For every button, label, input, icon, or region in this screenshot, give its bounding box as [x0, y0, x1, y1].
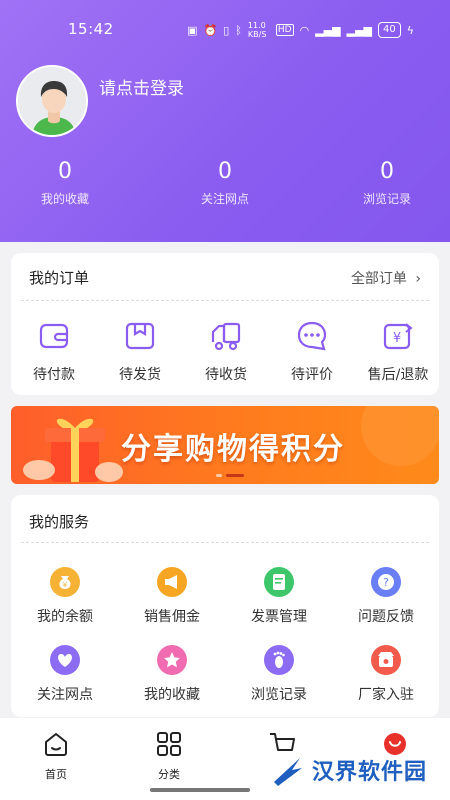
- vibrate-icon: ▯: [223, 23, 230, 37]
- service-label: 浏览记录: [251, 687, 307, 703]
- stat-value: 0: [380, 159, 394, 184]
- charging-icon: ϟ: [406, 23, 414, 37]
- service-label: 销售佣金: [144, 609, 200, 625]
- megaphone-icon: [157, 567, 187, 597]
- refund-icon: ¥: [383, 323, 413, 350]
- wallet-icon: [39, 323, 69, 349]
- bluetooth-icon: ᛒ: [235, 23, 242, 37]
- watermark-logo-icon: [274, 758, 302, 786]
- stat-value: 0: [58, 159, 72, 184]
- package-icon: [125, 322, 155, 350]
- stat-label: 我的收藏: [40, 192, 89, 206]
- promo-banner[interactable]: 分享购物得积分: [11, 406, 439, 484]
- signal-icon-2: ▂▄▆: [346, 23, 372, 37]
- network-speed: 11.0 KB/S: [247, 21, 267, 39]
- svg-text:¥: ¥: [393, 331, 401, 346]
- service-manufacturer-join[interactable]: 厂家入驻: [336, 645, 436, 704]
- order-pending-payment[interactable]: 待付款: [11, 320, 97, 384]
- login-prompt[interactable]: 请点击登录: [99, 74, 184, 99]
- heart-icon: [50, 645, 80, 675]
- store-icon: [371, 645, 401, 675]
- alarm-icon: ⏰: [203, 23, 218, 37]
- carousel-dot-active: [226, 474, 244, 477]
- avatar[interactable]: [16, 65, 88, 137]
- service-invoice[interactable]: 发票管理: [229, 567, 329, 626]
- service-label: 我的余额: [37, 609, 93, 625]
- watermark: 汉界软件园: [270, 752, 427, 788]
- services-title: 我的服务: [29, 513, 90, 531]
- order-pending-review[interactable]: 待评价: [269, 320, 355, 384]
- service-commission[interactable]: 销售佣金: [122, 567, 222, 626]
- status-time: 15:42: [68, 20, 114, 38]
- nfc-icon: ▣: [187, 23, 198, 37]
- banner-text: 分享购物得积分: [121, 432, 345, 467]
- profile-header: 15:42 ▣ ⏰ ▯ ᛒ 11.0 KB/S HD ◠ ▂▄▆ ▂▄▆ 40 …: [0, 0, 450, 242]
- watermark-text: 汉界软件园: [312, 760, 428, 785]
- grid-icon: [157, 732, 181, 756]
- service-label: 厂家入驻: [358, 687, 414, 703]
- service-balance[interactable]: ¥ 我的余额: [15, 567, 115, 626]
- svg-text:¥: ¥: [63, 581, 68, 589]
- order-label: 待发货: [119, 367, 161, 383]
- star-icon: [157, 645, 187, 675]
- tab-label: 分类: [158, 768, 180, 781]
- svg-text:?: ?: [383, 576, 389, 589]
- stat-label: 浏览记录: [362, 192, 411, 206]
- stat-label: 关注网点: [200, 192, 249, 206]
- order-label: 待付款: [33, 367, 75, 383]
- tab-label: 首页: [45, 768, 67, 781]
- service-followed-outlets[interactable]: 关注网点: [15, 645, 115, 704]
- order-pending-shipment[interactable]: 待发货: [97, 320, 183, 384]
- invoice-icon: [264, 567, 294, 597]
- truck-icon: [211, 322, 241, 351]
- service-browse-history[interactable]: 浏览记录: [229, 645, 329, 704]
- order-after-sales[interactable]: ¥ 售后/退款: [355, 320, 441, 384]
- orders-title: 我的订单: [29, 269, 90, 287]
- service-favorites[interactable]: 我的收藏: [122, 645, 222, 704]
- divider: [21, 300, 429, 301]
- order-label: 待评价: [291, 367, 333, 383]
- all-orders-label: 全部订单: [350, 271, 407, 287]
- order-label: 待收货: [205, 367, 247, 383]
- stat-browse-history[interactable]: 0 浏览记录: [327, 158, 447, 207]
- service-label: 我的收藏: [144, 687, 200, 703]
- service-label: 发票管理: [251, 609, 307, 625]
- comment-icon: [297, 321, 327, 351]
- battery-icon: 40: [378, 22, 401, 38]
- tab-category[interactable]: 分类: [139, 730, 199, 782]
- signal-icon: ▂▄▆: [315, 23, 341, 37]
- avatar-icon: [18, 67, 86, 135]
- service-label: 关注网点: [37, 687, 93, 703]
- stat-value: 0: [218, 159, 232, 184]
- divider: [21, 542, 429, 543]
- order-label: 售后/退款: [367, 367, 429, 383]
- service-feedback[interactable]: ? 问题反馈: [336, 567, 436, 626]
- chevron-right-icon: ›: [415, 271, 421, 287]
- wifi-icon: ◠: [299, 23, 310, 37]
- service-label: 问题反馈: [358, 609, 414, 625]
- order-pending-receipt[interactable]: 待收货: [183, 320, 269, 384]
- carousel-indicator: [216, 474, 244, 477]
- footprint-icon: [264, 645, 294, 675]
- carousel-dot: [216, 474, 222, 477]
- home-icon: [45, 733, 67, 756]
- hd-icon: HD: [275, 24, 294, 36]
- status-icons: ▣ ⏰ ▯ ᛒ 11.0 KB/S HD ◠ ▂▄▆ ▂▄▆ 40 ϟ: [187, 21, 414, 39]
- home-indicator: [150, 788, 250, 792]
- status-bar: 15:42 ▣ ⏰ ▯ ᛒ 11.0 KB/S HD ◠ ▂▄▆ ▂▄▆ 40 …: [0, 18, 450, 42]
- all-orders-link[interactable]: 全部订单 ›: [351, 268, 421, 288]
- stat-followed-outlets[interactable]: 0 关注网点: [165, 158, 285, 207]
- money-bag-icon: ¥: [50, 567, 80, 597]
- tab-home[interactable]: 首页: [26, 730, 86, 782]
- question-icon: ?: [371, 567, 401, 597]
- stat-favorites[interactable]: 0 我的收藏: [5, 158, 125, 207]
